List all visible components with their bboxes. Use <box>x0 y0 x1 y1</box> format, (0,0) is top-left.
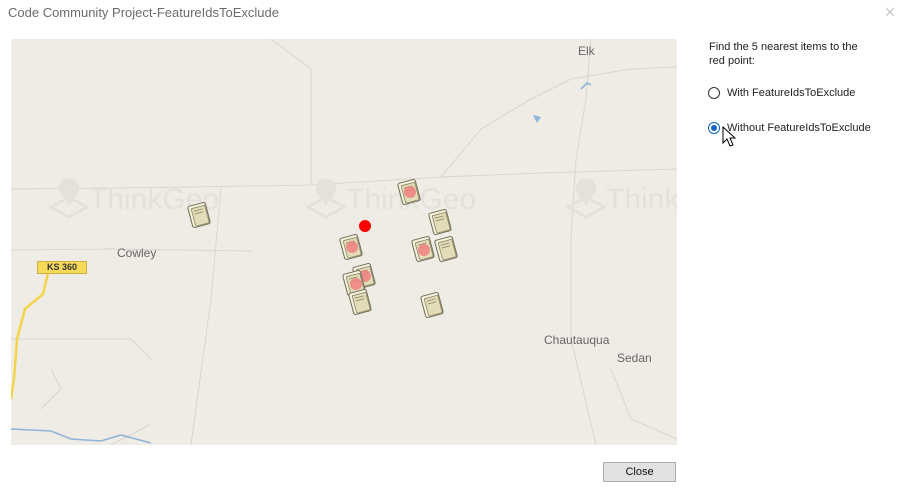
radio-label: With FeatureIdsToExclude <box>727 87 856 99</box>
radio-button[interactable] <box>708 122 720 134</box>
map-label-chautauqua: Chautauqua <box>544 333 610 347</box>
window-close-icon[interactable]: ✕ <box>881 3 899 21</box>
feature-icon <box>347 288 373 316</box>
mouse-pointer-icon <box>722 126 736 147</box>
window-title: Code Community Project-FeatureIdsToExclu… <box>8 5 279 20</box>
feature-icon <box>410 235 436 263</box>
map-label-cowley: Cowley <box>117 246 157 260</box>
feature-icon <box>433 235 459 263</box>
radio-button[interactable] <box>708 87 720 99</box>
title-bar: Code Community Project-FeatureIdsToExclu… <box>0 0 902 28</box>
route-shield: KS 360 <box>37 261 87 274</box>
query-point <box>359 220 371 232</box>
map-view[interactable]: ThinkGeo ThinkGeo ThinkGeo Elk Cowley Ch… <box>11 39 677 445</box>
feature-icon <box>419 291 445 319</box>
map-label-elk: Elk <box>578 44 595 58</box>
map-canvas: ThinkGeo ThinkGeo ThinkGeo <box>11 39 677 445</box>
radio-label: Without FeatureIdsToExclude <box>727 122 871 134</box>
instructions-text: Find the 5 nearest items to the red poin… <box>709 41 858 67</box>
feature-icon <box>338 233 364 261</box>
radio-with-exclude[interactable]: With FeatureIdsToExclude <box>708 87 855 99</box>
map-label-sedan: Sedan <box>617 351 652 365</box>
watermark-text: ThinkGeo <box>606 183 677 216</box>
close-button[interactable]: Close <box>603 462 676 482</box>
